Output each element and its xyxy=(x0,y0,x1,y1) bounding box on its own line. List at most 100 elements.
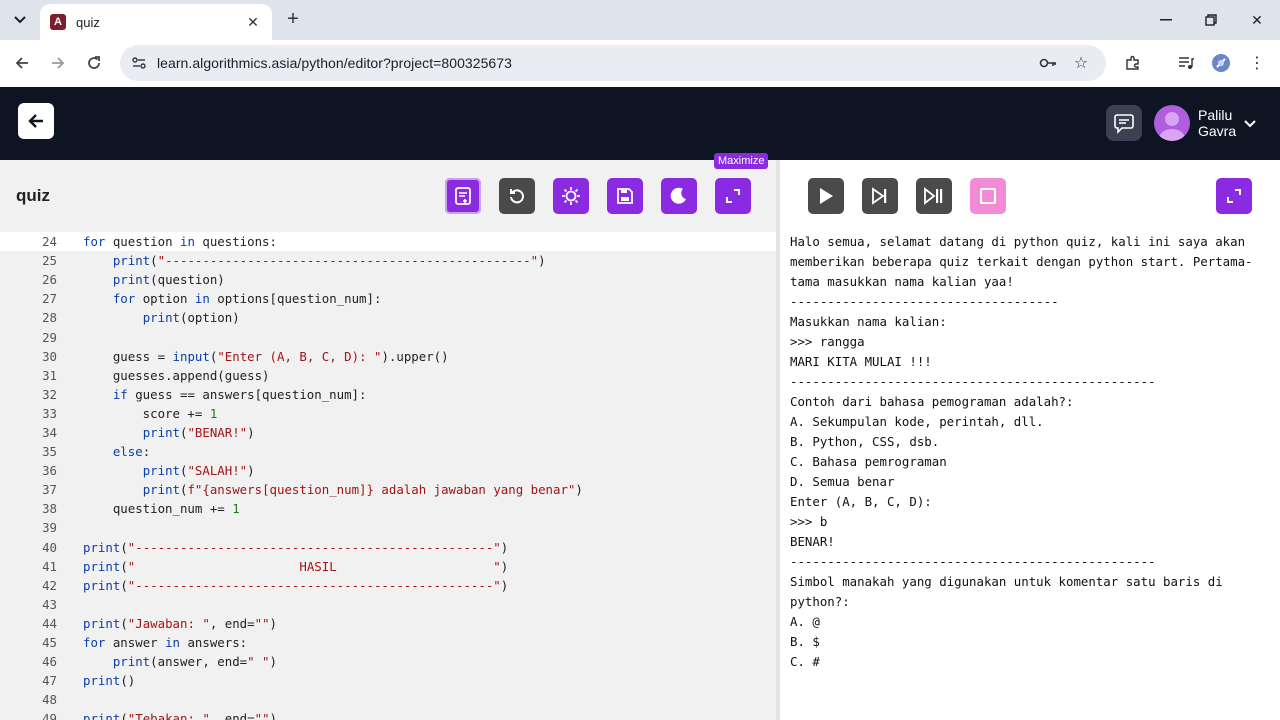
console-line: C. Bahasa pemrograman xyxy=(790,454,947,469)
theme-button[interactable] xyxy=(661,178,697,214)
reset-button[interactable] xyxy=(499,178,535,214)
code-text: for answer in answers: xyxy=(83,635,248,651)
code-line[interactable]: 38 question_num += 1 xyxy=(0,499,776,518)
code-text: for option in options[question_num]: xyxy=(112,291,382,307)
code-text: guess = input("Enter (A, B, C, D): ").up… xyxy=(83,348,449,364)
code-line[interactable]: 37 print(f"{answers[question_num]} adala… xyxy=(0,480,776,499)
console-line: C. # xyxy=(790,654,820,669)
code-text: else: xyxy=(112,444,151,460)
forward-nav-icon[interactable] xyxy=(45,50,71,76)
tab-search-icon[interactable] xyxy=(8,8,32,32)
maximize-icon xyxy=(726,189,740,203)
media-control-icon[interactable] xyxy=(1175,52,1197,74)
maximize-button[interactable] xyxy=(715,178,751,214)
debug-button[interactable] xyxy=(553,178,589,214)
project-title: quiz xyxy=(16,186,50,205)
reload-icon[interactable] xyxy=(81,50,107,76)
line-number: 45 xyxy=(42,635,57,651)
code-line[interactable]: 29 xyxy=(0,327,776,346)
code-line[interactable]: 26 print(question) xyxy=(0,270,776,289)
line-number: 32 xyxy=(42,386,57,402)
code-line[interactable]: 43 xyxy=(0,595,776,614)
chevron-down-icon[interactable] xyxy=(1244,117,1256,131)
bookmark-star-icon[interactable]: ☆ xyxy=(1071,53,1091,73)
code-line[interactable]: 45 for answer in answers: xyxy=(0,633,776,652)
address-bar[interactable]: learn.algorithmics.asia/python/editor?pr… xyxy=(120,45,1106,81)
site-info-icon[interactable] xyxy=(128,52,150,74)
console-maximize-button[interactable] xyxy=(1216,178,1252,214)
code-line[interactable]: 39 xyxy=(0,518,776,537)
console-line: BENAR! xyxy=(790,534,835,549)
console-toolbar xyxy=(780,160,1280,232)
code-line[interactable]: 31 guesses.append(guess) xyxy=(0,366,776,385)
user-first-name: Palilu xyxy=(1198,107,1233,123)
console-line: ----------------------------------------… xyxy=(790,374,1156,389)
code-text: print(f"{answers[question_num]} adalah j… xyxy=(142,482,583,498)
line-number: 36 xyxy=(42,463,57,479)
console-line: tama masukkan nama kalian yaa! xyxy=(790,274,1014,289)
debug-icon xyxy=(562,187,580,205)
back-button[interactable] xyxy=(18,103,54,139)
code-line[interactable]: 35 else: xyxy=(0,442,776,461)
code-text: guesses.append(guess) xyxy=(83,367,270,383)
close-tab-icon[interactable]: ✕ xyxy=(244,14,262,31)
browser-toolbar: learn.algorithmics.asia/python/editor?pr… xyxy=(0,40,1280,87)
browser-tab[interactable]: A quiz ✕ xyxy=(40,4,272,40)
code-line[interactable]: 36 print("SALAH!") xyxy=(0,461,776,480)
user-name[interactable]: Palilu Gavra xyxy=(1198,107,1236,139)
code-line[interactable]: 24 for question in questions: xyxy=(0,232,776,252)
save-button[interactable] xyxy=(607,178,643,214)
step-button[interactable] xyxy=(862,178,898,214)
line-number: 38 xyxy=(42,501,57,517)
browser-menu-icon[interactable]: ⋮ xyxy=(1246,52,1268,74)
avatar[interactable] xyxy=(1154,105,1190,141)
code-line[interactable]: 34 print("BENAR!") xyxy=(0,423,776,442)
back-nav-icon[interactable] xyxy=(9,50,35,76)
line-number: 49 xyxy=(42,711,57,720)
restore-icon[interactable] xyxy=(1199,8,1223,32)
console-line: ----------------------------------------… xyxy=(790,554,1156,569)
code-text: question_num += 1 xyxy=(83,501,240,517)
line-number: 43 xyxy=(42,596,57,612)
code-line[interactable]: 33 score += 1 xyxy=(0,404,776,423)
close-window-icon[interactable]: ✕ xyxy=(1245,8,1269,32)
code-line[interactable]: 46 print(answer, end=" ") xyxy=(0,652,776,671)
line-number: 27 xyxy=(42,291,57,307)
run-button[interactable] xyxy=(808,178,844,214)
console-output[interactable]: Halo semua, selamat datang di python qui… xyxy=(790,232,1274,720)
run-to-end-button[interactable] xyxy=(916,178,952,214)
code-line[interactable]: 40 print("-------------------------------… xyxy=(0,538,776,557)
extensions-icon[interactable] xyxy=(1122,52,1144,74)
code-editor[interactable]: 24 for question in questions: 25 print("--… xyxy=(0,232,776,720)
code-text: print(" HASIL ") xyxy=(83,558,509,574)
line-number: 34 xyxy=(42,424,57,440)
stop-icon xyxy=(980,188,996,204)
code-line[interactable]: 48 xyxy=(0,690,776,709)
key-icon[interactable] xyxy=(1038,53,1058,73)
browser-tabstrip: A quiz ✕ + ✕ xyxy=(0,0,1280,40)
code-line[interactable]: 32 if guess == answers[question_num]: xyxy=(0,385,776,404)
chat-button[interactable] xyxy=(1106,105,1142,141)
code-line[interactable]: 41 print(" HASIL ") xyxy=(0,557,776,576)
code-line[interactable]: 25 print("------------------------------… xyxy=(0,251,776,270)
stop-button[interactable] xyxy=(970,178,1006,214)
reset-icon xyxy=(510,189,524,204)
code-line[interactable]: 44 print("Jawaban: ", end="") xyxy=(0,614,776,633)
console-line: A. Sekumpulan kode, perintah, dll. xyxy=(790,414,1044,429)
code-line[interactable]: 47 print() xyxy=(0,671,776,690)
code-text: print("---------------------------------… xyxy=(112,253,546,269)
code-line[interactable]: 42 print("-------------------------------… xyxy=(0,576,776,595)
new-tab-icon[interactable]: + xyxy=(282,8,304,30)
arrow-left-icon xyxy=(28,114,43,128)
code-line[interactable]: 27 for option in options[question_num]: xyxy=(0,289,776,308)
code-text: print("Jawaban: ", end="") xyxy=(83,615,277,631)
profile-icon[interactable] xyxy=(1210,52,1232,74)
minimize-icon[interactable] xyxy=(1154,8,1178,32)
docs-icon xyxy=(455,187,471,205)
line-number: 24 xyxy=(42,234,57,250)
app-header: Palilu Gavra xyxy=(0,87,1280,160)
code-line[interactable]: 28 print(option) xyxy=(0,308,776,327)
code-line[interactable]: 49 print("Tebakan: ", end="") xyxy=(0,709,776,720)
code-line[interactable]: 30 guess = input("Enter (A, B, C, D): ")… xyxy=(0,347,776,366)
docs-button[interactable] xyxy=(445,178,481,214)
